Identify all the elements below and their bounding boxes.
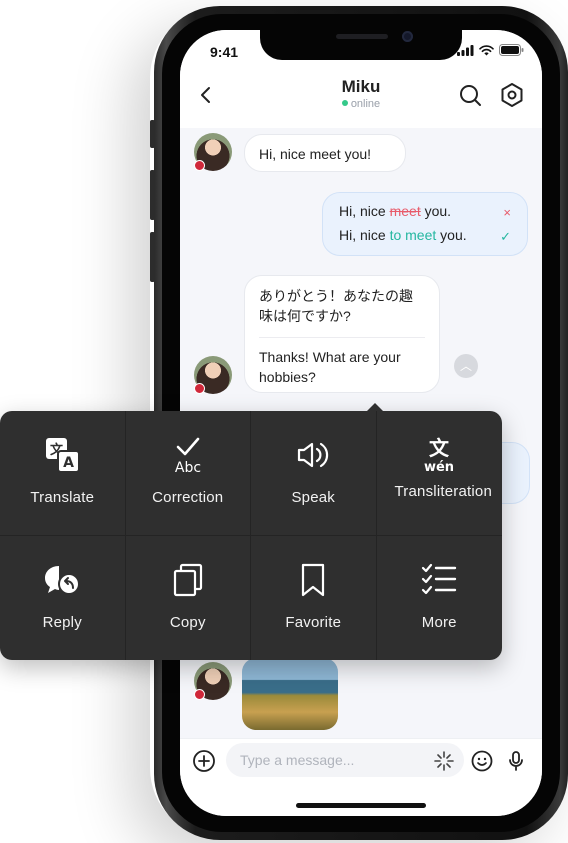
- menu-item-speak[interactable]: Speak: [251, 411, 377, 536]
- message-text: ありがとう！あなたの趣味は何ですか?: [259, 288, 413, 324]
- original-sentence: Hi, nice meet you. ×: [339, 201, 511, 225]
- original-prefix: Hi, nice: [339, 203, 390, 219]
- menu-item-correction[interactable]: Abc Correction: [125, 411, 251, 536]
- check-icon: ✓: [500, 229, 511, 244]
- message-input[interactable]: Type a message...: [226, 743, 464, 777]
- transliteration-icon: 文 wén: [424, 436, 454, 475]
- sparkle-icon[interactable]: [432, 749, 456, 773]
- message-bubble-translated[interactable]: ありがとう！あなたの趣味は何ですか? Thanks! What are your…: [244, 275, 440, 393]
- menu-item-label: Speak: [291, 489, 336, 506]
- svg-text:Abc: Abc: [175, 460, 201, 475]
- message-bubble[interactable]: Hi, nice meet you!: [244, 134, 406, 172]
- speaker-icon: [298, 442, 329, 468]
- copy-icon: [173, 563, 202, 596]
- wifi-icon: [479, 44, 494, 55]
- svg-text:文: 文: [429, 436, 450, 460]
- emoji-icon[interactable]: [470, 749, 494, 773]
- online-dot: [341, 100, 348, 107]
- divider: [259, 337, 425, 338]
- menu-item-reply[interactable]: Reply: [0, 535, 126, 660]
- badge-dot: [194, 383, 205, 394]
- svg-text:wén: wén: [424, 460, 454, 475]
- chat-header: Miku online: [180, 74, 542, 128]
- original-suffix: you.: [420, 203, 452, 219]
- contact-status-text: online: [350, 98, 381, 110]
- notch: [260, 30, 462, 60]
- chevron-up-icon[interactable]: ︿: [454, 354, 478, 378]
- correction-icon: Abc: [175, 437, 201, 475]
- avatar[interactable]: [194, 356, 232, 394]
- front-camera: [402, 31, 413, 42]
- reply-icon: [45, 565, 81, 595]
- input-bar: Type a message...: [180, 738, 542, 816]
- menu-item-favorite[interactable]: Favorite: [251, 535, 377, 660]
- volume-down-button: [150, 232, 155, 282]
- mute-switch: [150, 120, 155, 148]
- message-text: Hi, nice meet you!: [259, 146, 372, 162]
- bookmark-icon: [302, 563, 325, 596]
- menu-item-label: Translate: [30, 489, 95, 506]
- status-time: 9:41: [210, 44, 239, 60]
- add-icon[interactable]: [192, 749, 216, 773]
- menu-item-label: Favorite: [285, 613, 342, 631]
- menu-item-label: More: [421, 613, 457, 631]
- corrected-prefix: Hi, nice: [339, 227, 390, 243]
- avatar[interactable]: [194, 133, 232, 171]
- corrected-words: to meet: [389, 227, 437, 243]
- message-input-placeholder: Type a message...: [240, 752, 355, 768]
- correction-bubble[interactable]: Hi, nice meet you. × Hi, nice to meet yo…: [322, 192, 528, 256]
- menu-item-copy[interactable]: Copy: [126, 535, 251, 660]
- cross-icon: ×: [503, 205, 511, 220]
- avatar[interactable]: [194, 662, 232, 700]
- contact-status: online: [180, 98, 542, 110]
- volume-up-button: [150, 170, 155, 220]
- earpiece: [336, 34, 388, 39]
- checklist-icon: [422, 563, 457, 594]
- menu-item-more[interactable]: More: [377, 536, 503, 661]
- badge-dot: [194, 160, 205, 171]
- translation-text: Thanks! What are your hobbies?: [259, 349, 401, 385]
- contact-name[interactable]: Miku: [180, 77, 542, 97]
- menu-item-label: Reply: [42, 613, 82, 631]
- battery-icon: [499, 44, 524, 56]
- home-indicator: [296, 803, 426, 808]
- error-word: meet: [389, 203, 421, 219]
- message-context-menu: 文 A Translate Abc Correction Speak 文 wén…: [0, 403, 503, 661]
- menu-item-label: Correction: [152, 489, 224, 506]
- menu-item-transliteration[interactable]: 文 wén Transliteration: [376, 411, 502, 536]
- svg-text:A: A: [63, 455, 74, 471]
- photo-message[interactable]: [242, 658, 338, 730]
- corrected-sentence: Hi, nice to meet you. ✓: [339, 225, 511, 249]
- search-icon[interactable]: [457, 82, 483, 108]
- status-icons: [457, 44, 524, 56]
- settings-icon[interactable]: [499, 82, 525, 108]
- translate-icon: 文 A: [46, 438, 81, 473]
- microphone-icon[interactable]: [504, 749, 528, 773]
- corrected-suffix: you.: [436, 227, 467, 243]
- menu-item-label: Copy: [169, 613, 206, 631]
- menu-item-label: Transliteration: [394, 483, 492, 500]
- menu-item-translate[interactable]: 文 A Translate: [0, 411, 126, 536]
- badge-dot: [194, 689, 205, 700]
